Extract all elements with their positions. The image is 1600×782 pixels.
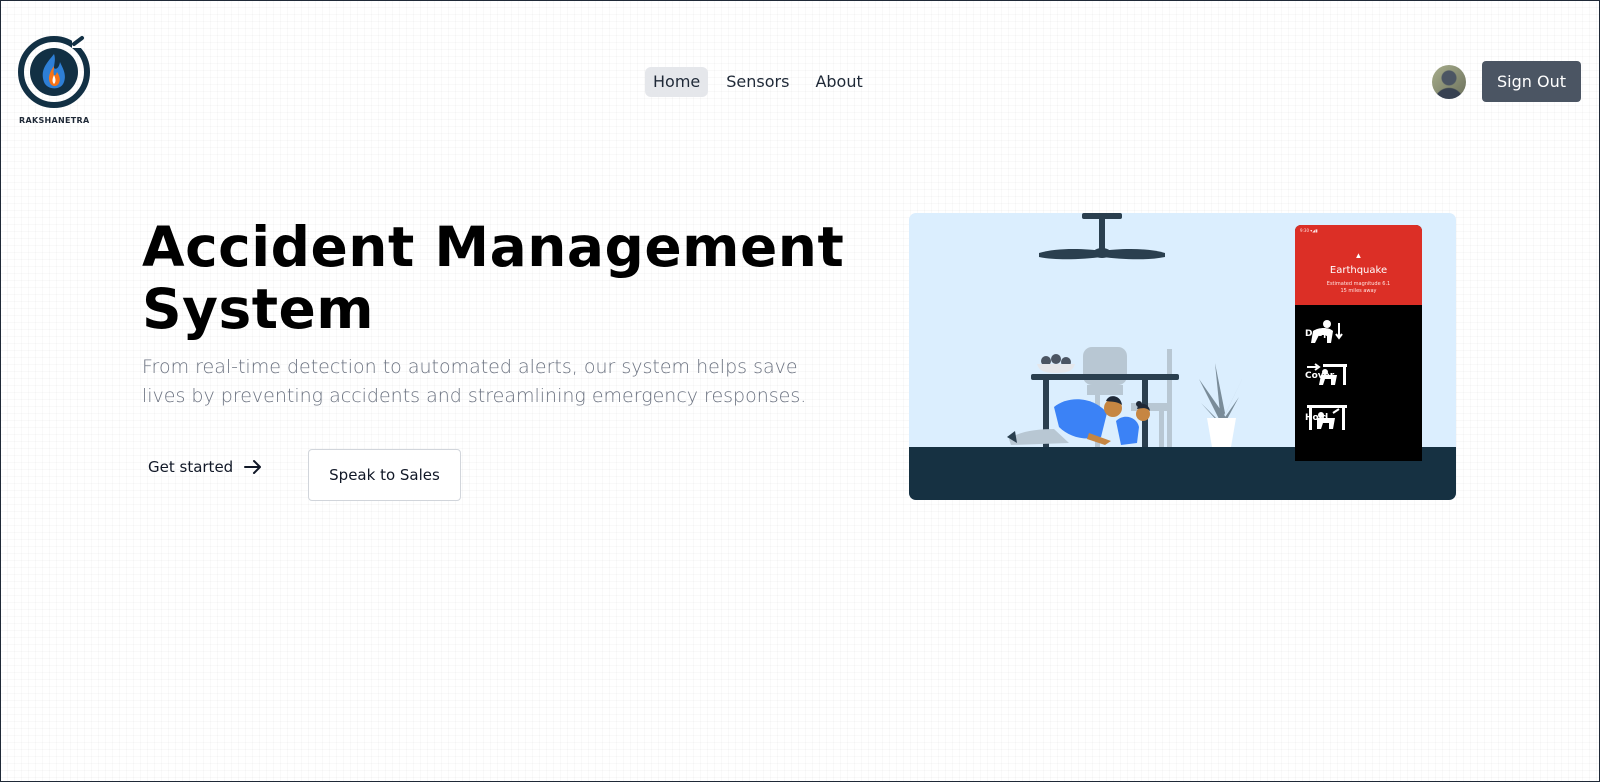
alert-detail-2: 15 miles away [1340,288,1377,294]
brand-logo[interactable]: RAKSHANETRA [16,34,92,130]
hold-pose-icon [1307,405,1347,430]
sign-out-button[interactable]: Sign Out [1482,61,1581,102]
drop-pose-icon [1311,320,1343,343]
main-nav: Home Sensors About [645,67,871,97]
alert-detail-1: Estimated magnitude 6.1 [1326,281,1391,287]
warning-triangle-icon: ▲ [1354,251,1363,260]
potted-plant [1199,363,1245,447]
user-avatar[interactable] [1432,65,1466,99]
nav-item-sensors[interactable]: Sensors [718,67,797,97]
step-hold: Hold [1305,403,1415,433]
speak-to-sales-button[interactable]: Speak to Sales [308,449,461,501]
arrow-right-icon [244,460,262,474]
step-drop: Drop [1305,319,1415,349]
phone-status-bar: 9:30 ▾◢▮ [1300,228,1318,233]
fruit-bowl [1037,354,1075,373]
step-cover: Cover [1305,361,1415,391]
get-started-button[interactable]: Get started [148,452,263,482]
phone-alert-screen: 9:30 ▾◢▮ ▲ Earthquake Estimated magnitud… [1295,225,1422,461]
cover-pose-icon [1307,363,1347,385]
ceiling-fan-icon [1039,213,1165,260]
nav-item-home[interactable]: Home [645,67,709,97]
flame-logo-icon [18,36,90,108]
get-started-label: Get started [148,458,234,476]
people-crouching [1007,396,1150,445]
nav-item-about[interactable]: About [807,67,870,97]
brand-name: RAKSHANETRA [19,116,90,125]
page-title: Accident Management System [142,215,845,341]
hero-subtitle: From real-time detection to automated al… [142,356,807,407]
alert-title: Earthquake [1329,265,1388,276]
earthquake-illustration: 9:30 ▾◢▮ ▲ Earthquake Estimated magnitud… [909,213,1456,500]
earthquake-alert-banner: 9:30 ▾◢▮ ▲ Earthquake Estimated magnitud… [1295,225,1422,305]
